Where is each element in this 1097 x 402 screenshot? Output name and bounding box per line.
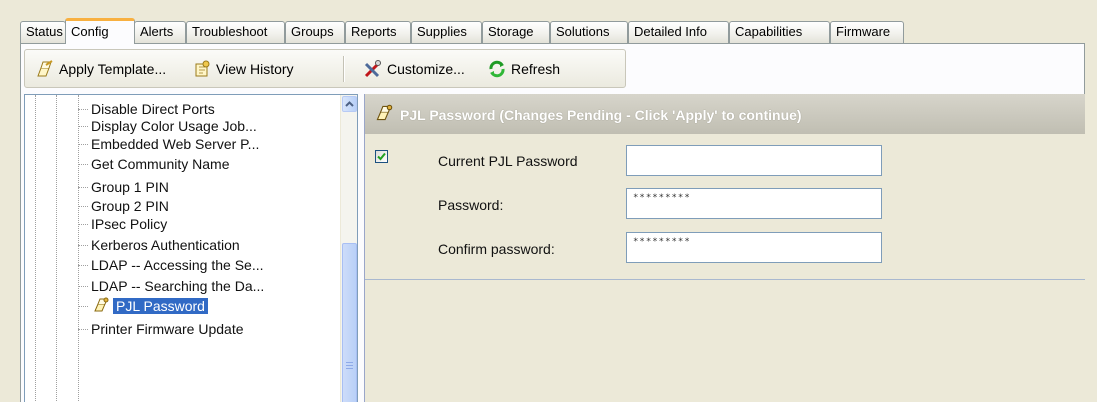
settings-pane: PJL Password (Changes Pending - Click 'A… (364, 94, 1085, 402)
tree-item[interactable]: Get Community Name (25, 156, 335, 172)
tab-storage[interactable]: Storage (482, 21, 550, 43)
password-label: Password: (438, 197, 504, 213)
tree-item[interactable]: Embedded Web Server P... (25, 136, 335, 152)
tree-item[interactable]: Kerberos Authentication (25, 237, 335, 253)
tree-item-label: Embedded Web Server P... (91, 136, 260, 152)
tree-item[interactable]: Group 1 PIN (25, 179, 335, 195)
tree-item[interactable]: Display Color Usage Job... (25, 118, 335, 134)
tab-label: Alerts (140, 24, 174, 39)
scroll-up-button[interactable] (342, 96, 357, 112)
chevron-up-icon (345, 101, 354, 107)
tab-label: Firmware (836, 24, 891, 39)
tab-label: Supplies (417, 24, 467, 39)
tree-item[interactable]: LDAP -- Searching the Da... (25, 278, 335, 294)
tree-item-label: PJL Password (113, 298, 208, 314)
tab-detailed-info[interactable]: Detailed Info (628, 21, 729, 43)
tree-connector (78, 224, 88, 225)
checkmark-icon (377, 152, 386, 161)
tree-item-label: Printer Firmware Update (91, 321, 244, 337)
tab-label: Storage (488, 24, 534, 39)
toolbar-separator (343, 56, 345, 82)
tree-connector (78, 329, 88, 330)
tab-label: Config (71, 24, 109, 39)
tree-item[interactable]: LDAP -- Accessing the Se... (25, 257, 335, 273)
view-history-button[interactable]: View History (190, 57, 294, 81)
tree-item-selected[interactable]: PJL Password (25, 297, 335, 314)
tree-connector (78, 245, 88, 246)
scroll-grip (346, 362, 353, 363)
tab-firmware[interactable]: Firmware (830, 21, 904, 43)
tree-connector (78, 187, 88, 188)
tab-capabilities[interactable]: Capabilities (729, 21, 830, 43)
tree-item[interactable]: Printer Firmware Update (25, 321, 335, 337)
tab-strip: Status Config Alerts Troubleshoot Groups… (20, 18, 1085, 44)
tab-label: Groups (291, 24, 334, 39)
tab-label: Capabilities (735, 24, 803, 39)
tree-item-label: Kerberos Authentication (91, 237, 240, 253)
tab-label: Troubleshoot (192, 24, 268, 39)
tab-supplies[interactable]: Supplies (411, 21, 482, 43)
tab-label: Reports (351, 24, 397, 39)
tree-item-label: Get Community Name (91, 156, 230, 172)
tree-item-label: Disable Direct Ports (91, 101, 215, 117)
settings-header: PJL Password (Changes Pending - Click 'A… (365, 94, 1085, 134)
tree-item[interactable]: Disable Direct Ports (25, 101, 335, 117)
customize-label: Customize... (387, 61, 465, 77)
customize-tools-icon (364, 60, 381, 78)
tree-item-label: Group 2 PIN (91, 198, 169, 214)
apply-template-label: Apply Template... (59, 61, 167, 77)
config-tree: Disable Direct Ports Display Color Usage… (24, 94, 358, 402)
tab-groups[interactable]: Groups (285, 21, 345, 43)
tab-label: Solutions (556, 24, 610, 39)
settings-form: Current PJL Password Password: *********… (365, 134, 1085, 280)
password-input[interactable]: ********* (626, 188, 882, 219)
tab-config[interactable]: Config (65, 18, 135, 44)
tree-item[interactable]: Group 2 PIN (25, 198, 335, 214)
tree-connector (78, 144, 88, 145)
tree-connector (78, 126, 88, 127)
tab-solutions[interactable]: Solutions (550, 21, 628, 43)
tree-connector (78, 206, 88, 207)
tree-item[interactable]: IPsec Policy (25, 216, 335, 232)
confirm-password-label: Confirm password: (438, 241, 555, 257)
tree-connector (78, 164, 88, 165)
tree-item-label: Group 1 PIN (91, 179, 169, 195)
scroll-grip (346, 368, 353, 369)
scroll-thumb[interactable] (342, 243, 357, 402)
pjl-password-icon (94, 297, 109, 312)
refresh-icon (489, 60, 505, 78)
pjl-password-icon (376, 104, 393, 121)
view-history-label: View History (216, 61, 294, 77)
scroll-grip (346, 365, 353, 366)
app-window: Status Config Alerts Troubleshoot Groups… (0, 0, 1097, 402)
tab-label: Status (26, 24, 63, 39)
tree-scrollbar[interactable] (340, 95, 357, 402)
confirm-password-input[interactable]: ********* (626, 232, 882, 263)
tree-item-label: Display Color Usage Job... (91, 118, 257, 134)
current-password-input[interactable] (626, 145, 882, 176)
refresh-label: Refresh (511, 61, 561, 77)
tab-status[interactable]: Status (20, 21, 66, 43)
view-history-icon (195, 60, 210, 77)
refresh-button[interactable]: Refresh (485, 57, 560, 81)
tab-alerts[interactable]: Alerts (134, 21, 186, 43)
tree-connector (78, 286, 88, 287)
tree-connector (78, 265, 88, 266)
enable-setting-checkbox[interactable] (375, 150, 388, 163)
tab-reports[interactable]: Reports (345, 21, 411, 43)
apply-template-button[interactable]: Apply Template... (33, 57, 166, 81)
tree-item-label: LDAP -- Accessing the Se... (91, 257, 264, 273)
tree-connector (78, 109, 88, 110)
tree-item-label: IPsec Policy (91, 216, 168, 232)
customize-button[interactable]: Customize... (361, 57, 465, 81)
current-password-label: Current PJL Password (438, 153, 578, 169)
tab-troubleshoot[interactable]: Troubleshoot (186, 21, 285, 43)
toolbar: Apply Template... View History Customize… (24, 49, 626, 88)
tree-item-label: LDAP -- Searching the Da... (91, 278, 265, 294)
tree-connector (78, 306, 88, 307)
tab-label: Detailed Info (634, 24, 707, 39)
settings-title: PJL Password (Changes Pending - Click 'A… (400, 107, 802, 123)
apply-template-icon (37, 60, 53, 77)
